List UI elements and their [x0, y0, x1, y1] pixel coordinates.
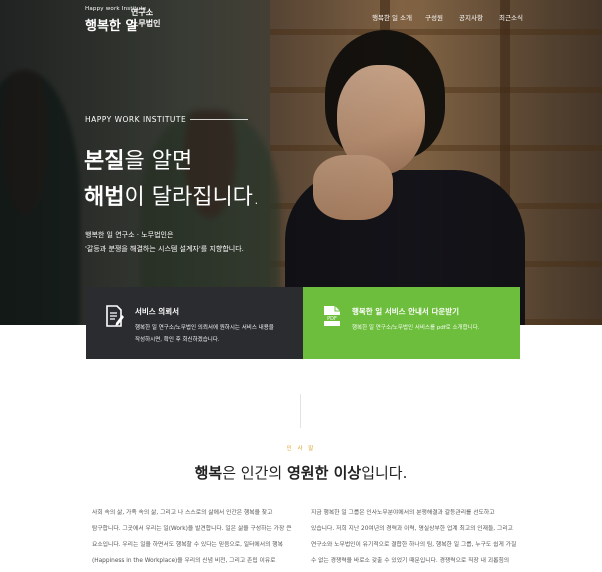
- nav-item-news[interactable]: 최근소식: [499, 12, 523, 22]
- brochure-download-card[interactable]: PDF 행복한 일 서비스 안내서 다운받기 행복한 일 연구소/노무법인 서비…: [303, 287, 520, 359]
- greeting-label: 인 사 말: [286, 446, 316, 452]
- service-request-title: 서비스 의뢰서: [135, 307, 180, 316]
- pdf-file-icon: PDF: [323, 305, 341, 327]
- greeting-left-line: (Happiness in the Workplace)을 우리의 신념 비전,…: [92, 558, 276, 564]
- nav-item-notices[interactable]: 공지사항: [459, 12, 483, 22]
- nav-item-about[interactable]: 행복한 일 소개: [372, 12, 412, 22]
- main-nav: 행복한 일 소개 구성원 공지사항 최근소식: [0, 12, 602, 24]
- hero-eyebrow: HAPPY WORK INSTITUTE: [85, 115, 187, 124]
- brochure-download-title: 행복한 일 서비스 안내서 다운받기: [352, 307, 460, 316]
- greeting-left-line: 탐구합니다. 그곳에서 우리는 일(Work)을 발견합니다. 일은 삶을 구성…: [92, 526, 292, 532]
- greeting-right-line: 연구소와 노무법인이 유기적으로 결합한 하나의 팀, 행복한 일 그룹, 누구…: [311, 542, 517, 548]
- greeting-right-line: 있습니다. 저희 지난 20여년의 경력과 이력, 명실상부한 업계 최고의 인…: [311, 526, 513, 532]
- eyebrow-divider: [190, 119, 248, 120]
- nav-item-members[interactable]: 구성원: [425, 12, 443, 22]
- hero-description-line1: 행복한 일 연구소 · 노무법인은: [85, 231, 174, 239]
- service-request-desc-line1: 행복한 일 연구소/노무법인 의뢰서에 원하시는 서비스 내용을: [135, 325, 274, 331]
- greeting-right-line: 수 없는 경쟁력을 바로소 갖출 수 있었기 때문입니다. 경쟁력으로 직장 내…: [311, 558, 510, 564]
- hero-description-line2: '갈등과 분쟁을 해결하는 시스템 설계자'를 지향합니다.: [85, 245, 244, 253]
- greeting-left-line: 사회 속의 삶, 가족 속의 삶, 그리고 나 스스로의 삶에서 인간은 행복을…: [92, 510, 273, 516]
- hero-headline-line2: 해법이 달라집니다.: [84, 185, 260, 210]
- greeting-right-line: 지금 행복한 일 그룹은 인사노무분야에서의 분쟁해결과 갈등관리를 선도하고: [311, 510, 495, 516]
- hero-headline-line1: 본질을 알면: [84, 149, 193, 174]
- service-request-card[interactable]: 서비스 의뢰서 행복한 일 연구소/노무법인 의뢰서에 원하시는 서비스 내용을…: [86, 287, 303, 359]
- greeting-body-right: 지금 행복한 일 그룹은 인사노무분야에서의 분쟁해결과 갈등관리를 선도하고 …: [311, 505, 516, 569]
- brochure-download-desc: 행복한 일 연구소/노무법인 서비스를 pdf로 소개합니다.: [352, 325, 480, 331]
- svg-text:PDF: PDF: [327, 316, 337, 322]
- service-request-desc-line2: 작성하시면, 확인 후 회신하겠습니다.: [135, 337, 220, 343]
- greeting-left-line: 요소입니다. 우리는 일을 하면서도 행복할 수 있다는 믿음으로, 일터에서의…: [92, 542, 283, 548]
- section-divider-vertical: [300, 394, 301, 428]
- document-pen-icon: [106, 305, 124, 327]
- greeting-title: 행복은 인간의 영원한 이상입니다.: [194, 464, 408, 482]
- greeting-body-left: 사회 속의 삶, 가족 속의 삶, 그리고 나 스스로의 삶에서 인간은 행복을…: [92, 505, 291, 569]
